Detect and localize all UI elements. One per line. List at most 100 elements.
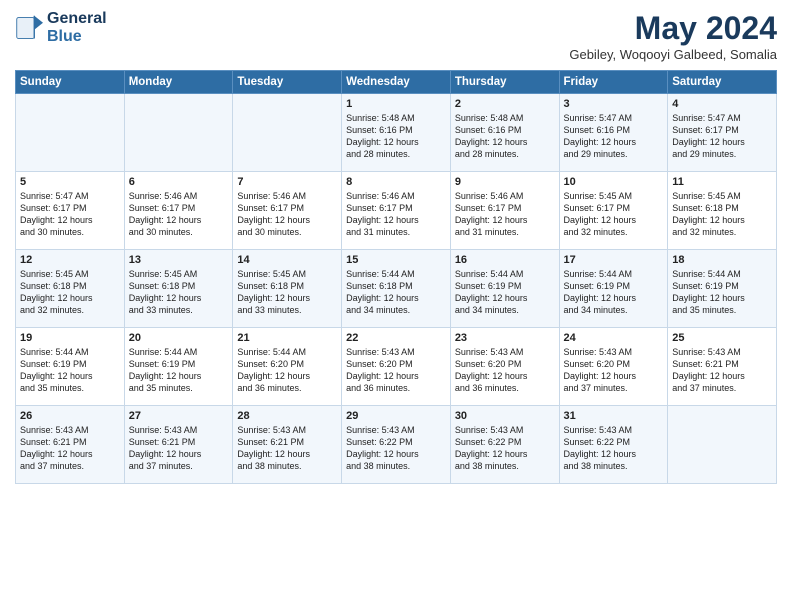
day-detail: Sunrise: 5:43 AM Sunset: 6:22 PM Dayligh… [346,424,446,473]
weekday-header-saturday: Saturday [668,71,777,94]
day-detail: Sunrise: 5:48 AM Sunset: 6:16 PM Dayligh… [455,112,555,161]
main-title: May 2024 [569,10,777,47]
day-number: 5 [20,176,120,188]
week-row-1: 1Sunrise: 5:48 AM Sunset: 6:16 PM Daylig… [16,94,777,172]
weekday-header-wednesday: Wednesday [342,71,451,94]
logo-line1: General [47,10,107,27]
day-cell-20: 20Sunrise: 5:44 AM Sunset: 6:19 PM Dayli… [124,328,233,406]
title-block: May 2024 Gebiley, Woqooyi Galbeed, Somal… [569,10,777,62]
day-number: 18 [672,254,772,266]
day-number: 14 [237,254,337,266]
week-row-5: 26Sunrise: 5:43 AM Sunset: 6:21 PM Dayli… [16,406,777,484]
day-detail: Sunrise: 5:48 AM Sunset: 6:16 PM Dayligh… [346,112,446,161]
day-detail: Sunrise: 5:43 AM Sunset: 6:20 PM Dayligh… [455,346,555,395]
day-cell-7: 7Sunrise: 5:46 AM Sunset: 6:17 PM Daylig… [233,172,342,250]
day-cell-3: 3Sunrise: 5:47 AM Sunset: 6:16 PM Daylig… [559,94,668,172]
day-detail: Sunrise: 5:45 AM Sunset: 6:18 PM Dayligh… [20,268,120,317]
day-cell-2: 2 Sunrise: 5:48 AM Sunset: 6:16 PM Daylig… [450,94,559,172]
day-cell-24: 24 Sunrise: 5:43 AM Sunset: 6:20 PM Dayli… [559,328,668,406]
weekday-header-friday: Friday [559,71,668,94]
day-detail: Sunrise: 5:43 AM Sunset: 6:22 PM Dayligh… [455,424,555,473]
day-number: 22 [346,332,446,344]
day-detail: Sunrise: 5:44 AM Sunset: 6:19 PM Dayligh… [455,268,555,317]
day-detail: Sunrise: 5:43 AM Sunset: 6:22 PM Dayligh… [564,424,664,473]
day-cell-10: 10 Sunrise: 5:45 AM Sunset: 6:17 PM Dayli… [559,172,668,250]
day-cell-27: 27Sunrise: 5:43 AM Sunset: 6:21 PM Dayli… [124,406,233,484]
weekday-header-sunday: Sunday [16,71,125,94]
logo-text-block: General Blue [47,10,107,45]
day-number: 6 [129,176,229,188]
day-cell-1: 1Sunrise: 5:48 AM Sunset: 6:16 PM Daylig… [342,94,451,172]
day-cell-6: 6Sunrise: 5:46 AM Sunset: 6:17 PM Daylig… [124,172,233,250]
day-number: 10 [564,176,664,188]
day-detail: Sunrise: 5:43 AM Sunset: 6:21 PM Dayligh… [237,424,337,473]
logo-icon [15,14,43,42]
day-detail: Sunrise: 5:46 AM Sunset: 6:17 PM Dayligh… [455,190,555,239]
day-cell-17: 17 Sunrise: 5:44 AM Sunset: 6:19 PM Dayli… [559,250,668,328]
day-cell-14: 14 Sunrise: 5:45 AM Sunset: 6:18 PM Dayli… [233,250,342,328]
day-number: 29 [346,410,446,422]
day-cell-23: 23Sunrise: 5:43 AM Sunset: 6:20 PM Dayli… [450,328,559,406]
day-cell-empty-0-2 [233,94,342,172]
day-number: 30 [455,410,555,422]
day-cell-18: 18 Sunrise: 5:44 AM Sunset: 6:19 PM Dayli… [668,250,777,328]
day-cell-11: 11Sunrise: 5:45 AM Sunset: 6:18 PM Dayli… [668,172,777,250]
subtitle: Gebiley, Woqooyi Galbeed, Somalia [569,47,777,62]
day-detail: Sunrise: 5:47 AM Sunset: 6:17 PM Dayligh… [20,190,120,239]
day-detail: Sunrise: 5:45 AM Sunset: 6:18 PM Dayligh… [129,268,229,317]
day-detail: Sunrise: 5:45 AM Sunset: 6:17 PM Dayligh… [564,190,664,239]
weekday-header-row: SundayMondayTuesdayWednesdayThursdayFrid… [16,71,777,94]
day-number: 21 [237,332,337,344]
weekday-header-tuesday: Tuesday [233,71,342,94]
day-cell-13: 13 Sunrise: 5:45 AM Sunset: 6:18 PM Dayli… [124,250,233,328]
day-number: 3 [564,98,664,110]
day-number: 11 [672,176,772,188]
day-cell-30: 30 Sunrise: 5:43 AM Sunset: 6:22 PM Dayli… [450,406,559,484]
day-number: 17 [564,254,664,266]
day-detail: Sunrise: 5:43 AM Sunset: 6:20 PM Dayligh… [346,346,446,395]
day-cell-21: 21 Sunrise: 5:44 AM Sunset: 6:20 PM Dayli… [233,328,342,406]
day-cell-empty-4-6 [668,406,777,484]
day-detail: Sunrise: 5:47 AM Sunset: 6:17 PM Dayligh… [672,112,772,161]
day-cell-25: 25 Sunrise: 5:43 AM Sunset: 6:21 PM Dayli… [668,328,777,406]
week-row-2: 5 Sunrise: 5:47 AM Sunset: 6:17 PM Daylig… [16,172,777,250]
day-cell-22: 22 Sunrise: 5:43 AM Sunset: 6:20 PM Dayli… [342,328,451,406]
day-detail: Sunrise: 5:43 AM Sunset: 6:21 PM Dayligh… [20,424,120,473]
logo-line2: Blue [47,28,82,45]
day-cell-empty-0-0 [16,94,125,172]
day-detail: Sunrise: 5:44 AM Sunset: 6:19 PM Dayligh… [20,346,120,395]
day-number: 4 [672,98,772,110]
logo: General Blue [15,10,107,45]
day-number: 12 [20,254,120,266]
day-cell-28: 28 Sunrise: 5:43 AM Sunset: 6:21 PM Dayli… [233,406,342,484]
calendar-page: General Blue May 2024 Gebiley, Woqooyi G… [0,0,792,612]
day-cell-8: 8 Sunrise: 5:46 AM Sunset: 6:17 PM Daylig… [342,172,451,250]
weekday-header-thursday: Thursday [450,71,559,94]
day-cell-26: 26Sunrise: 5:43 AM Sunset: 6:21 PM Dayli… [16,406,125,484]
day-detail: Sunrise: 5:45 AM Sunset: 6:18 PM Dayligh… [237,268,337,317]
day-detail: Sunrise: 5:44 AM Sunset: 6:20 PM Dayligh… [237,346,337,395]
day-number: 13 [129,254,229,266]
weekday-header-monday: Monday [124,71,233,94]
calendar-table: SundayMondayTuesdayWednesdayThursdayFrid… [15,70,777,484]
day-detail: Sunrise: 5:43 AM Sunset: 6:20 PM Dayligh… [564,346,664,395]
day-number: 20 [129,332,229,344]
day-number: 8 [346,176,446,188]
day-detail: Sunrise: 5:43 AM Sunset: 6:21 PM Dayligh… [672,346,772,395]
day-number: 7 [237,176,337,188]
week-row-3: 12 Sunrise: 5:45 AM Sunset: 6:18 PM Dayli… [16,250,777,328]
day-number: 31 [564,410,664,422]
day-cell-5: 5 Sunrise: 5:47 AM Sunset: 6:17 PM Daylig… [16,172,125,250]
day-detail: Sunrise: 5:46 AM Sunset: 6:17 PM Dayligh… [346,190,446,239]
day-detail: Sunrise: 5:44 AM Sunset: 6:19 PM Dayligh… [564,268,664,317]
day-cell-9: 9Sunrise: 5:46 AM Sunset: 6:17 PM Daylig… [450,172,559,250]
header: General Blue May 2024 Gebiley, Woqooyi G… [15,10,777,62]
day-cell-29: 29 Sunrise: 5:43 AM Sunset: 6:22 PM Dayli… [342,406,451,484]
day-number: 28 [237,410,337,422]
day-detail: Sunrise: 5:44 AM Sunset: 6:19 PM Dayligh… [672,268,772,317]
day-number: 24 [564,332,664,344]
day-number: 25 [672,332,772,344]
day-detail: Sunrise: 5:43 AM Sunset: 6:21 PM Dayligh… [129,424,229,473]
day-number: 19 [20,332,120,344]
day-number: 2 [455,98,555,110]
